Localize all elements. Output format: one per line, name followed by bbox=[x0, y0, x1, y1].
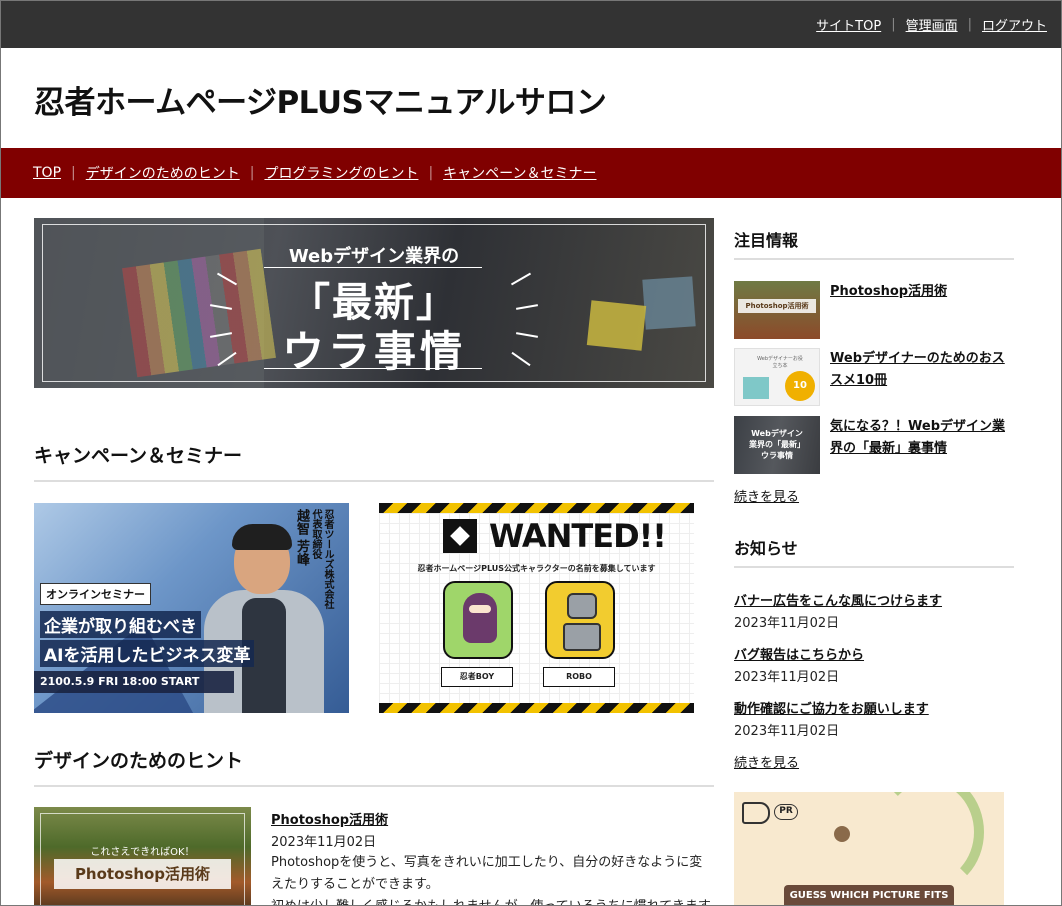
featured-thumbnail[interactable]: Photoshop活用術 bbox=[734, 281, 820, 339]
news-link[interactable]: バグ報告はこちらから bbox=[734, 644, 864, 663]
thumbnail-title: Photoshop活用術 bbox=[738, 299, 816, 313]
news-title: お知らせ bbox=[734, 539, 798, 558]
hero-rule bbox=[264, 267, 482, 268]
post-excerpt: Photoshopを使うと、写真をきれいに加工したり、自分の好きなように変 えた… bbox=[271, 852, 716, 905]
post-thumbnail[interactable]: これさえできればOK！ Photoshop活用術 bbox=[34, 807, 251, 905]
hero-banner[interactable]: Webデザイン業界の 「最新」 ウラ事情 bbox=[34, 218, 714, 388]
flower-icon bbox=[834, 826, 850, 842]
featured-item[interactable]: Webデザイン業界の「最新」ウラ事情 気になる？！Webデザイン業界の「最新」裏… bbox=[734, 416, 1014, 474]
sidebar-divider bbox=[734, 258, 1014, 260]
post-excerpt-line: 初めは少し難しく感じるかもしれませんが、使っているうちに慣れてきます bbox=[271, 896, 716, 905]
separator: | bbox=[249, 165, 255, 181]
count-badge: 10 bbox=[785, 371, 815, 401]
featured-link[interactable]: Photoshop活用術 bbox=[830, 281, 1014, 303]
character-name-tag: ROBO bbox=[543, 667, 615, 687]
separator: | bbox=[891, 17, 896, 32]
featured-thumbnail[interactable]: Webデザイン業界の「最新」ウラ事情 bbox=[734, 416, 820, 474]
design-section-title: デザインのためのヒント bbox=[34, 750, 244, 772]
site-top-link[interactable]: サイトTOP bbox=[816, 15, 881, 34]
seminar-banner[interactable]: 忍者ツールズ株式会社 代表取締役 越智 芳峰 オンラインセミナー 企業が取り組む… bbox=[34, 503, 349, 713]
decorative-curve bbox=[874, 792, 984, 892]
character-name-tag: 忍者BOY bbox=[441, 667, 513, 687]
thumbnail-caption: これさえできればOK！ bbox=[90, 847, 195, 858]
online-seminar-badge: オンラインセミナー bbox=[40, 583, 151, 605]
wanted-banner[interactable]: WANTED!! 忍者ホームページPLUS公式キャラクターの名前を募集しています… bbox=[379, 503, 694, 713]
news-date: 2023年11月02日 bbox=[734, 724, 840, 739]
hero-rule bbox=[264, 368, 482, 369]
robot-body-icon bbox=[563, 623, 601, 651]
hero-line3: ウラ事情 bbox=[281, 327, 466, 376]
top-bar: サイトTOP | 管理画面 | ログアウト bbox=[1, 1, 1061, 48]
ad-caption: GUESS WHICH PICTURE FITS bbox=[784, 885, 954, 905]
thumbnail-title: Photoshop活用術 bbox=[54, 859, 231, 889]
nav-item-design-hints[interactable]: デザインのためのヒント bbox=[86, 163, 240, 183]
post-title-link[interactable]: Photoshop活用術 bbox=[271, 809, 388, 828]
separator: | bbox=[967, 17, 972, 32]
seminar-date: 2100.5.9 FRI 18:00 START bbox=[34, 671, 234, 693]
nav-item-campaign[interactable]: キャンペーン＆セミナー bbox=[443, 163, 596, 183]
sidebar-divider bbox=[734, 566, 1014, 568]
thumbnail-title: Webデザイン業界の「最新」ウラ事情 bbox=[749, 429, 805, 460]
featured-item[interactable]: Photoshop活用術 Photoshop活用術 bbox=[734, 281, 1014, 339]
featured-thumbnail[interactable]: Webデザイナーお役立ち本 10 bbox=[734, 348, 820, 406]
ad-banner[interactable]: PR GUESS WHICH PICTURE FITS bbox=[734, 792, 1004, 905]
seminar-headline-1: 企業が取り組むべき bbox=[40, 611, 201, 638]
post-date: 2023年11月02日 bbox=[271, 835, 377, 850]
thumbnail-title: Webデザイナーお役立ち本 bbox=[757, 356, 803, 369]
admin-link[interactable]: 管理画面 bbox=[906, 15, 958, 34]
nav-links: TOP | デザインのためのヒント | プログラミングのヒント | キャンペーン… bbox=[33, 163, 596, 183]
nav-item-programming-hints[interactable]: プログラミングのヒント bbox=[264, 163, 418, 183]
global-nav: TOP | デザインのためのヒント | プログラミングのヒント | キャンペーン… bbox=[1, 148, 1061, 198]
news-date: 2023年11月02日 bbox=[734, 616, 840, 631]
news-link[interactable]: バナー広告をこんな風につけらます bbox=[734, 590, 942, 609]
top-links: サイトTOP | 管理画面 | ログアウト bbox=[816, 15, 1047, 34]
caution-stripe bbox=[379, 703, 694, 713]
news-more-link[interactable]: 続きを見る bbox=[734, 752, 799, 771]
pr-badge: PR bbox=[774, 804, 798, 820]
wanted-subtitle: 忍者ホームページPLUS公式キャラクターの名前を募集しています bbox=[417, 564, 656, 573]
featured-link[interactable]: Webデザイナーのためのおススメ10冊 bbox=[830, 348, 1014, 392]
news-date: 2023年11月02日 bbox=[734, 670, 840, 685]
logout-link[interactable]: ログアウト bbox=[982, 15, 1047, 34]
wanted-title: WANTED!! bbox=[489, 517, 667, 555]
campaign-section-title: キャンペーン＆セミナー bbox=[34, 445, 243, 467]
featured-more-link[interactable]: 続きを見る bbox=[734, 486, 799, 505]
ninja-logo-icon bbox=[443, 519, 477, 553]
ninja-character-icon bbox=[463, 593, 497, 643]
speaker-hair bbox=[232, 524, 292, 550]
caution-stripe bbox=[379, 503, 694, 513]
ninja-character-card bbox=[443, 581, 513, 659]
featured-title: 注目情報 bbox=[734, 231, 799, 250]
book-icon bbox=[743, 377, 769, 399]
featured-item[interactable]: Webデザイナーお役立ち本 10 Webデザイナーのためのおススメ10冊 bbox=[734, 348, 1014, 406]
speaker-name: 越智 芳峰 bbox=[294, 509, 309, 566]
browser-page: サイトTOP | 管理画面 | ログアウト 忍者ホームページPLUSマニュアルサ… bbox=[0, 0, 1062, 906]
nav-item-top[interactable]: TOP bbox=[33, 165, 61, 181]
section-divider bbox=[34, 785, 714, 787]
hero-line1: Webデザイン業界の bbox=[288, 246, 460, 267]
megaphone-icon bbox=[742, 802, 770, 824]
post-excerpt-line: Photoshopを使うと、写真をきれいに加工したり、自分の好きなように変 bbox=[271, 855, 703, 870]
seminar-headline-2: AIを活用したビジネス変革 bbox=[40, 640, 255, 667]
section-divider bbox=[34, 480, 714, 482]
post-excerpt-line: えたりすることができます。 bbox=[271, 877, 439, 892]
separator: | bbox=[71, 165, 76, 181]
robot-head-icon bbox=[567, 593, 597, 619]
robot-character-card bbox=[545, 581, 615, 659]
separator: | bbox=[428, 165, 434, 181]
featured-link[interactable]: 気になる？！Webデザイン業界の「最新」裏事情 bbox=[830, 416, 1014, 460]
site-title: 忍者ホームページPLUSマニュアルサロン bbox=[34, 85, 607, 121]
news-link[interactable]: 動作確認にご協力をお願いします bbox=[734, 698, 929, 717]
